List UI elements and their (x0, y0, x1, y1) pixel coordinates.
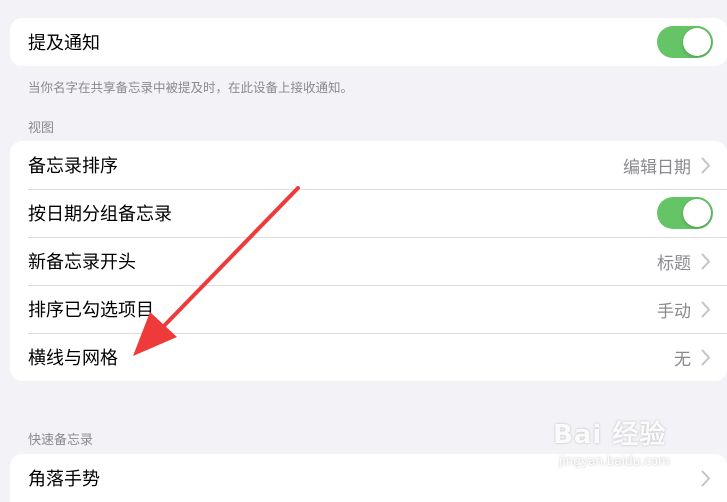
mentions-row: 提及通知 (10, 18, 727, 66)
group-by-date-toggle[interactable] (657, 197, 713, 229)
chevron-right-icon (701, 299, 715, 319)
lines-and-grids-row[interactable]: 横线与网格 无 (10, 333, 727, 381)
toggle-knob (683, 28, 711, 56)
view-group: 备忘录排序 编辑日期 按日期分组备忘录 新备忘录开头 标题 排序已勾选项目 手动… (10, 141, 727, 381)
sort-notes-row[interactable]: 备忘录排序 编辑日期 (10, 141, 727, 189)
new-notes-start-value: 标题 (657, 253, 691, 274)
watermark-brand: Bai 经验 (553, 420, 667, 450)
sort-checked-items-label: 排序已勾选项目 (28, 300, 154, 321)
quick-notes-section-header: 快速备忘录 (28, 433, 94, 448)
watermark-url: jingyan.baidu.com (559, 454, 670, 468)
new-notes-start-label: 新备忘录开头 (28, 252, 136, 273)
sort-notes-label: 备忘录排序 (28, 156, 118, 177)
mentions-footnote: 当你名字在共享备忘录中被提及时，在此设备上接收通知。 (28, 80, 354, 95)
mentions-label: 提及通知 (28, 33, 100, 54)
group-by-date-row: 按日期分组备忘录 (10, 189, 727, 237)
group-by-date-label: 按日期分组备忘录 (28, 204, 172, 225)
mentions-group: 提及通知 (10, 18, 727, 66)
mentions-toggle[interactable] (657, 26, 713, 58)
toggle-knob (683, 199, 711, 227)
lines-and-grids-label: 横线与网格 (28, 348, 118, 369)
sort-notes-value: 编辑日期 (623, 157, 691, 178)
watermark: Bai 经验 jingyan.baidu.com (553, 410, 713, 480)
lines-and-grids-value: 无 (674, 349, 691, 370)
new-notes-start-row[interactable]: 新备忘录开头 标题 (10, 237, 727, 285)
view-section-header: 视图 (28, 121, 55, 136)
sort-checked-items-row[interactable]: 排序已勾选项目 手动 (10, 285, 727, 333)
chevron-right-icon (701, 347, 715, 367)
chevron-right-icon (701, 251, 715, 271)
chevron-right-icon (701, 155, 715, 175)
sort-checked-items-value: 手动 (657, 301, 691, 322)
